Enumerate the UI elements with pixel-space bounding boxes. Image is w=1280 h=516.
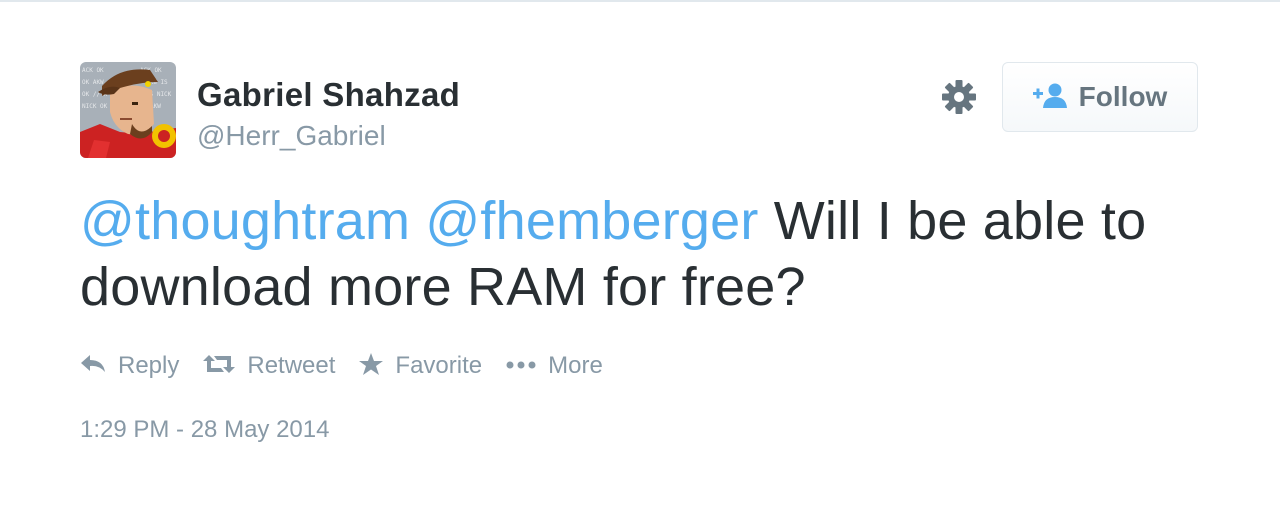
mention-thoughtram[interactable]: @thoughtram <box>80 191 410 251</box>
mention-fhemberger[interactable]: @fhemberger <box>425 191 758 251</box>
author-info: Gabriel Shahzad @Herr_Gabriel <box>197 76 460 153</box>
svg-text:NICK OK: NICK OK <box>82 103 108 110</box>
favorite-label: Favorite <box>395 352 483 379</box>
follow-label: Follow <box>1078 81 1168 112</box>
gear-icon[interactable] <box>940 78 978 116</box>
svg-text:ACK OK: ACK OK <box>82 67 104 74</box>
author-fullname[interactable]: Gabriel Shahzad <box>197 76 460 114</box>
favorite-button[interactable]: Favorite <box>359 352 482 380</box>
follow-button[interactable]: Follow <box>1002 62 1198 132</box>
svg-text:OK AKW: OK AKW <box>82 79 104 86</box>
add-user-icon <box>1032 82 1067 113</box>
more-label: More <box>548 352 603 379</box>
tweet-timestamp[interactable]: 1:29 PM - 28 May 2014 <box>80 416 329 444</box>
more-dots-icon <box>506 357 536 375</box>
reply-icon <box>80 354 106 379</box>
author-screenname[interactable]: @Herr_Gabriel <box>197 119 460 153</box>
avatar[interactable]: ACK OK ACK OK OK AKW AKW IS OK // A IS N… <box>80 62 176 158</box>
retweet-label: Retweet <box>247 352 336 379</box>
retweet-button[interactable]: Retweet <box>203 352 335 380</box>
tweet-actions: Reply Retweet Favorite More <box>80 352 627 380</box>
star-icon <box>359 352 384 380</box>
top-border <box>0 0 1280 2</box>
reply-button[interactable]: Reply <box>80 352 179 380</box>
tweet-text: @thoughtram @fhemberger Will I be able t… <box>80 188 1200 320</box>
more-button[interactable]: More <box>506 352 603 380</box>
reply-label: Reply <box>118 352 180 379</box>
retweet-icon <box>203 354 236 379</box>
